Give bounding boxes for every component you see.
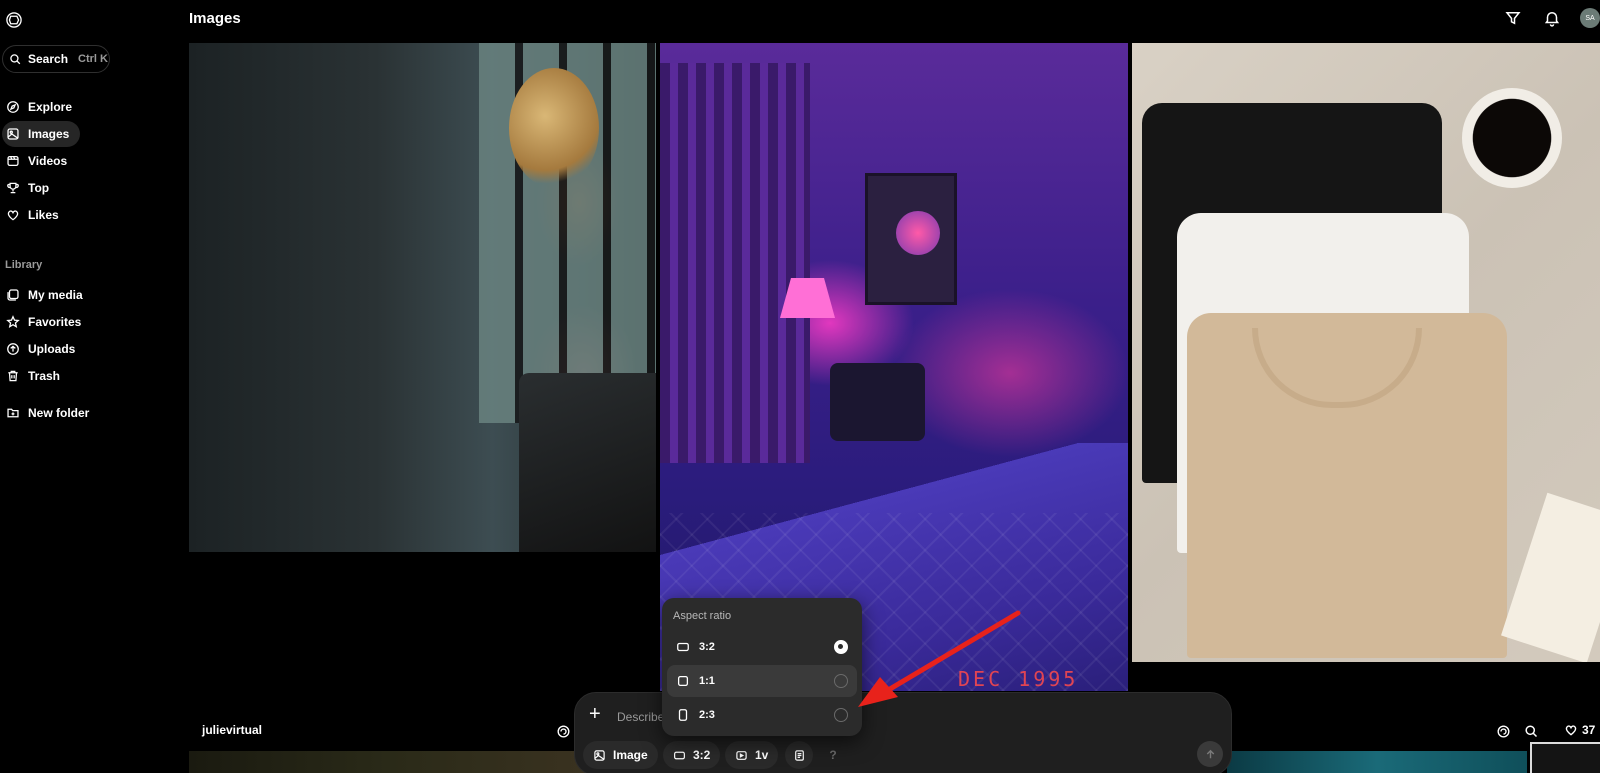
aspect-option-label: 1:1 bbox=[699, 675, 715, 687]
library-section-label: Library bbox=[5, 259, 43, 271]
search-icon[interactable] bbox=[1524, 724, 1539, 739]
tv-shape bbox=[830, 363, 925, 441]
play-box-icon bbox=[736, 750, 747, 760]
sidebar-item-videos[interactable]: Videos bbox=[2, 148, 75, 174]
remix-icon[interactable] bbox=[1496, 724, 1511, 739]
portrait-ratio-icon bbox=[678, 709, 688, 721]
radio-unselected-icon[interactable] bbox=[834, 674, 848, 688]
aspect-ratio-menu-title: Aspect ratio bbox=[673, 610, 732, 622]
mode-image-button[interactable]: Image bbox=[583, 741, 658, 769]
page-title: Images bbox=[189, 10, 241, 27]
aspect-ratio-button[interactable]: 3:2 bbox=[663, 741, 721, 769]
arrow-up-icon bbox=[1206, 749, 1214, 758]
gallery-image-next-right[interactable] bbox=[1227, 751, 1527, 773]
search-button[interactable]: Search Ctrl K bbox=[2, 45, 110, 73]
landscape-ratio-icon bbox=[674, 751, 685, 759]
gallery-image-next-corner[interactable] bbox=[1530, 742, 1600, 773]
gallery-image-next-left[interactable] bbox=[189, 751, 589, 773]
creator-username[interactable]: julievirtual bbox=[202, 723, 262, 737]
video-icon bbox=[7, 155, 19, 167]
aspect-option-1-1[interactable]: 1:1 bbox=[667, 665, 857, 697]
sidebar-item-label: Favorites bbox=[28, 315, 82, 329]
media-icon bbox=[7, 289, 19, 301]
trash-icon bbox=[8, 370, 18, 382]
sidebar-item-images[interactable]: Images bbox=[2, 121, 80, 147]
palm-painting-shape bbox=[865, 173, 957, 305]
new-folder-button[interactable]: New folder bbox=[2, 400, 97, 426]
curtain-shape bbox=[660, 63, 810, 463]
upload-icon bbox=[7, 343, 19, 355]
sidebar-item-label: My media bbox=[28, 288, 83, 302]
sidebar-item-label: Images bbox=[28, 127, 70, 141]
filter-icon[interactable] bbox=[1504, 9, 1522, 27]
sidebar-item-my-media[interactable]: My media bbox=[2, 282, 91, 308]
sidebar-item-top[interactable]: Top bbox=[2, 175, 57, 201]
folder-plus-icon bbox=[7, 408, 19, 418]
radio-selected-icon[interactable] bbox=[834, 640, 848, 654]
aspect-ratio-menu: Aspect ratio 3:2 1:1 2:3 bbox=[662, 598, 862, 736]
treadmill-shape bbox=[519, 373, 656, 552]
prompt-input[interactable]: Describe bbox=[617, 710, 664, 724]
trophy-icon bbox=[7, 182, 19, 194]
sidebar-item-likes[interactable]: Likes bbox=[2, 202, 67, 228]
new-folder-label: New folder bbox=[28, 406, 90, 420]
sidebar-item-label: Trash bbox=[28, 369, 61, 383]
square-ratio-icon bbox=[677, 675, 689, 687]
date-stamp: DEC 1995 bbox=[958, 667, 1079, 691]
presets-button[interactable] bbox=[785, 741, 813, 769]
radio-unselected-icon[interactable] bbox=[834, 708, 848, 722]
aspect-option-label: 3:2 bbox=[699, 641, 715, 653]
document-icon bbox=[794, 749, 804, 761]
likes-count: 37 bbox=[1582, 723, 1596, 737]
gallery-image-neon-motel-room[interactable]: DEC 1995 bbox=[660, 43, 1128, 691]
search-icon bbox=[10, 53, 21, 64]
heart-icon bbox=[1565, 725, 1577, 736]
runner-hair-shape bbox=[509, 68, 599, 188]
like-button[interactable]: 37 bbox=[1564, 723, 1595, 737]
aspect-option-label: 2:3 bbox=[699, 709, 715, 721]
sidebar-item-label: Likes bbox=[28, 208, 59, 222]
mode-label: Image bbox=[613, 748, 648, 762]
sidebar-item-explore[interactable]: Explore bbox=[2, 94, 80, 120]
book-shape bbox=[1501, 492, 1600, 662]
sidebar: Search Ctrl K Explore Images Videos Top … bbox=[0, 0, 180, 773]
image-icon bbox=[594, 749, 605, 761]
bell-icon[interactable] bbox=[1543, 9, 1561, 27]
sidebar-item-label: Top bbox=[28, 181, 50, 195]
aspect-option-2-3[interactable]: 2:3 bbox=[667, 699, 857, 731]
sidebar-item-uploads[interactable]: Uploads bbox=[2, 336, 83, 362]
ratio-label: 3:2 bbox=[693, 748, 711, 762]
compass-icon bbox=[7, 101, 19, 113]
sunset-shape bbox=[896, 211, 940, 255]
gallery-image-folded-tshirts[interactable] bbox=[1132, 43, 1600, 662]
search-shortcut: Ctrl K bbox=[78, 53, 108, 65]
add-attachment-button[interactable]: + bbox=[589, 703, 601, 726]
count-label: 1v bbox=[755, 748, 769, 762]
send-button[interactable] bbox=[1197, 741, 1223, 767]
variations-count-button[interactable]: 1v bbox=[725, 741, 779, 769]
aspect-option-3-2[interactable]: 3:2 bbox=[667, 631, 857, 663]
search-label: Search bbox=[28, 52, 69, 66]
sidebar-item-trash[interactable]: Trash bbox=[2, 363, 68, 389]
sidebar-item-label: Videos bbox=[28, 154, 68, 168]
openai-logo-icon[interactable] bbox=[4, 10, 24, 30]
heart-icon bbox=[7, 210, 19, 221]
remix-icon[interactable] bbox=[556, 724, 571, 739]
sidebar-item-label: Explore bbox=[28, 100, 73, 114]
image-icon bbox=[7, 128, 19, 140]
help-button[interactable]: ? bbox=[819, 741, 847, 769]
gallery-image-gym-runner[interactable] bbox=[189, 43, 656, 552]
sidebar-item-label: Uploads bbox=[28, 342, 76, 356]
star-icon bbox=[6, 315, 20, 328]
coffee-cup-shape bbox=[1462, 88, 1562, 188]
sidebar-item-favorites[interactable]: Favorites bbox=[2, 309, 89, 335]
avatar[interactable]: SA bbox=[1580, 8, 1600, 28]
landscape-ratio-icon bbox=[677, 642, 689, 652]
